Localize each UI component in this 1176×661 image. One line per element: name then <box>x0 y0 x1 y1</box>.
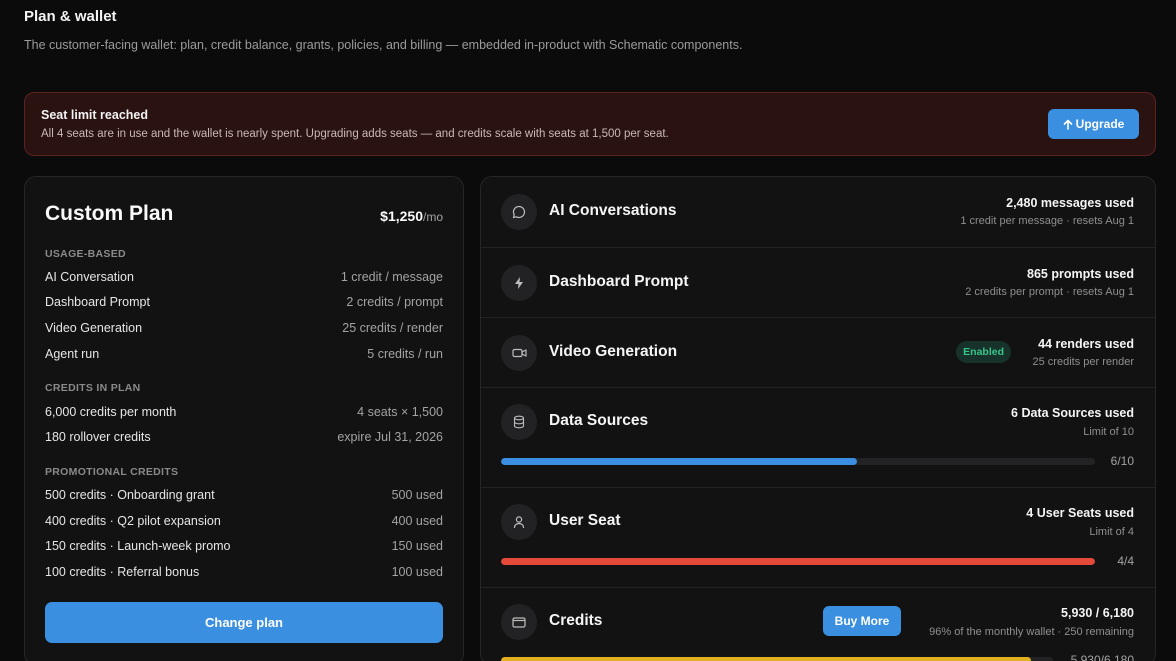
credit-detail: expire Jul 31, 2026 <box>337 430 443 444</box>
usage-rate-value: 1 credit / message <box>340 270 443 284</box>
usage-item-main: 6 Data Sources used <box>1011 406 1134 420</box>
usage-card: AI Conversations 2,480 messages used 1 c… <box>480 176 1156 661</box>
usage-item-sub: Limit of 4 <box>1089 526 1134 538</box>
page-description: The customer-facing wallet: plan, credit… <box>24 38 743 52</box>
usage-progress-value: 4/4 <box>1117 554 1134 568</box>
database-icon <box>501 404 537 440</box>
usage-progress-fill <box>501 558 1095 565</box>
lightning-icon <box>501 265 537 301</box>
credit-row: 6,000 credits per month 4 seats × 1,500 <box>45 405 443 423</box>
usage-item-data-sources: Data Sources 6 Data Sources used Limit o… <box>481 387 1155 487</box>
usage-rate-value: 2 credits / prompt <box>346 295 443 309</box>
promo-name: 500 credits · Onboarding grant <box>45 488 215 502</box>
usage-item-name: User Seat <box>549 512 621 529</box>
promo-used: 150 used <box>391 539 443 553</box>
alert-text: All 4 seats are in use and the wallet is… <box>41 128 669 140</box>
usage-item-name: Video Generation <box>549 343 678 360</box>
usage-item-user-seat: User Seat 4 User Seats used Limit of 4 4… <box>481 487 1155 587</box>
usage-rate-value: 5 credits / run <box>367 347 443 361</box>
usage-rate-name: Agent run <box>45 347 100 361</box>
change-plan-button[interactable]: Change plan <box>45 602 443 643</box>
usage-item-name: Data Sources <box>549 412 649 429</box>
usage-item-sub: Limit of 10 <box>1083 426 1134 438</box>
promo-row: 500 credits · Onboarding grant 500 used <box>45 488 443 506</box>
user-icon <box>501 504 537 540</box>
usage-item-ai-conversations: AI Conversations 2,480 messages used 1 c… <box>481 177 1155 247</box>
usage-progress-bar <box>501 458 1095 465</box>
usage-item-sub: 25 credits per render <box>1032 356 1135 368</box>
promo-row: 400 credits · Q2 pilot expansion 400 used <box>45 514 443 532</box>
usage-item-main: 2,480 messages used <box>1006 196 1134 210</box>
usage-rate-name: Video Generation <box>45 321 143 335</box>
credit-detail: 4 seats × 1,500 <box>357 405 443 419</box>
usage-item-sub: 96% of the monthly wallet · 250 remainin… <box>929 626 1134 638</box>
plan-name: Custom Plan <box>45 202 174 225</box>
promo-used: 100 used <box>391 565 443 579</box>
usage-progress-bar <box>501 558 1095 565</box>
usage-item-main: 865 prompts used <box>1027 267 1134 281</box>
usage-rate-value: 25 credits / render <box>342 321 443 335</box>
promo-name: 100 credits · Referral bonus <box>45 565 200 579</box>
page-title: Plan & wallet <box>24 8 117 25</box>
usage-rate-row: Dashboard Prompt 2 credits / prompt <box>45 295 443 313</box>
video-camera-icon <box>501 335 537 371</box>
usage-item-main: 5,930 / 6,180 <box>1061 606 1134 620</box>
wallet-icon <box>501 604 537 640</box>
credit-name: 180 rollover credits <box>45 430 151 444</box>
arrow-up-icon <box>1063 119 1073 130</box>
buy-more-button[interactable]: Buy More <box>823 606 901 636</box>
usage-item-sub: 1 credit per message · resets Aug 1 <box>960 215 1134 227</box>
price-period: /mo <box>422 210 443 224</box>
promo-name: 400 credits · Q2 pilot expansion <box>45 514 221 528</box>
promo-row: 150 credits · Launch-week promo 150 used <box>45 539 443 557</box>
enabled-badge: Enabled <box>956 341 1011 363</box>
usage-item-dashboard-prompt: Dashboard Prompt 865 prompts used 2 cred… <box>481 247 1155 317</box>
usage-item-video-generation: Video Generation Enabled 44 renders used… <box>481 317 1155 387</box>
usage-rate-row: Video Generation 25 credits / render <box>45 321 443 339</box>
price-amount: $1,250 <box>380 208 423 224</box>
plan-price: $1,250/mo <box>380 208 443 224</box>
usage-rate-name: AI Conversation <box>45 270 134 284</box>
promo-used: 400 used <box>391 514 443 528</box>
usage-item-name: Credits <box>549 612 603 629</box>
alert-title: Seat limit reached <box>41 108 148 122</box>
credits-in-plan-label: CREDITS IN PLAN <box>45 382 141 394</box>
usage-progress-fill <box>501 657 1031 661</box>
usage-rate-row: AI Conversation 1 credit / message <box>45 270 443 288</box>
chat-bubble-icon <box>501 194 537 230</box>
upgrade-button-label: Upgrade <box>1075 117 1125 131</box>
usage-progress-value: 5,930/6,180 <box>1070 653 1134 661</box>
usage-item-name: AI Conversations <box>549 202 677 219</box>
plan-card: Custom Plan $1,250/mo USAGE-BASED AI Con… <box>24 176 464 661</box>
promo-used: 500 used <box>391 488 443 502</box>
promo-row: 100 credits · Referral bonus 100 used <box>45 565 443 583</box>
usage-item-main: 44 renders used <box>1038 337 1134 351</box>
credit-row: 180 rollover credits expire Jul 31, 2026 <box>45 430 443 448</box>
usage-item-name: Dashboard Prompt <box>549 273 689 290</box>
seat-limit-alert: Seat limit reached All 4 seats are in us… <box>24 92 1156 156</box>
usage-progress-value: 6/10 <box>1110 454 1134 468</box>
usage-item-credits: Credits Buy More 5,930 / 6,180 96% of th… <box>481 587 1155 661</box>
usage-rate-name: Dashboard Prompt <box>45 295 150 309</box>
usage-based-label: USAGE-BASED <box>45 248 126 260</box>
usage-progress-bar <box>501 657 1053 661</box>
usage-item-sub: 2 credits per prompt · resets Aug 1 <box>965 286 1134 298</box>
usage-rate-row: Agent run 5 credits / run <box>45 347 443 365</box>
upgrade-button[interactable]: Upgrade <box>1048 109 1139 139</box>
usage-progress-fill <box>501 458 858 465</box>
credit-name: 6,000 credits per month <box>45 405 177 419</box>
usage-item-main: 4 User Seats used <box>1026 506 1134 520</box>
promotional-credits-label: PROMOTIONAL CREDITS <box>45 466 179 478</box>
promo-name: 150 credits · Launch-week promo <box>45 539 231 553</box>
